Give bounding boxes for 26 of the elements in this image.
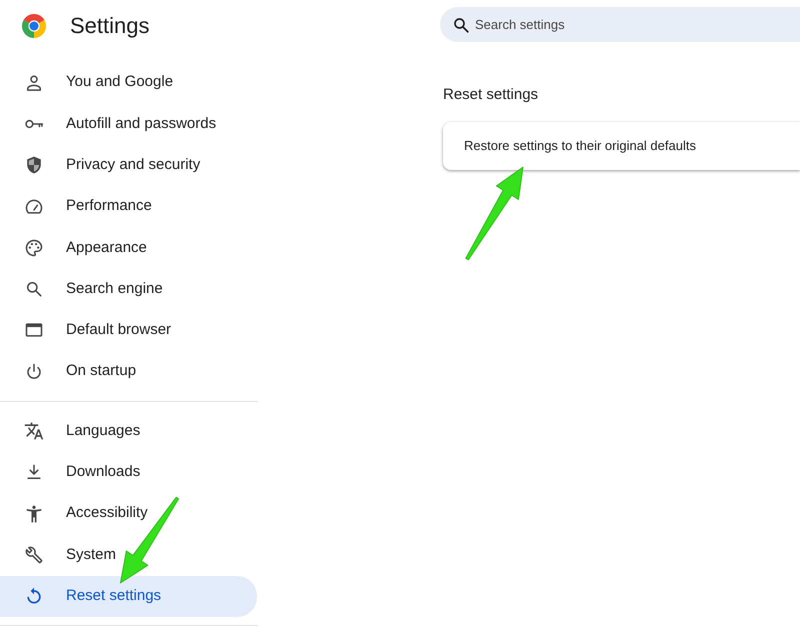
translate-icon: [24, 421, 44, 442]
sidebar-item[interactable]: Performance: [0, 186, 257, 228]
sidebar-item[interactable]: Accessibility: [0, 492, 257, 534]
page-title: Settings: [70, 12, 150, 40]
sidebar-item[interactable]: Reset settings: [0, 576, 257, 617]
sidebar-item[interactable]: Languages: [0, 410, 257, 452]
shield-icon: [24, 155, 44, 176]
search-icon: [24, 279, 44, 300]
sidebar-item[interactable]: On startup: [0, 351, 257, 392]
sidebar-item[interactable]: Downloads: [0, 452, 257, 493]
sidebar-item[interactable]: Privacy and security: [0, 144, 257, 186]
section-title: Reset settings: [443, 85, 540, 105]
accessibility-icon: [24, 504, 44, 524]
sidebar-item[interactable]: System: [0, 534, 257, 576]
logo-icon: [22, 14, 46, 38]
sidebar-item[interactable]: You and Google: [0, 62, 257, 104]
sidebar-item[interactable]: Autofill and passwords: [0, 103, 257, 145]
search-icon: [452, 16, 470, 34]
sidebar-item[interactable]: Default browser: [0, 310, 257, 352]
search-field[interactable]: Search settings: [440, 7, 800, 42]
wrench-icon: [24, 544, 44, 565]
palette-icon: [24, 238, 44, 258]
sidebar-item[interactable]: Search engine: [0, 268, 257, 310]
sidebar-item[interactable]: Appearance: [0, 227, 257, 268]
person-icon: [24, 72, 44, 93]
settings-link[interactable]: Restore settings to their original defaults: [464, 136, 696, 156]
